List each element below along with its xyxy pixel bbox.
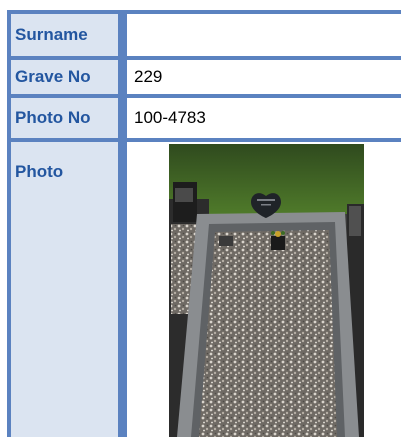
table-row-surname: Surname bbox=[0, 14, 401, 56]
surname-label-cell: Surname bbox=[7, 14, 124, 56]
grave-no-value: 229 bbox=[134, 67, 163, 86]
photo-no-value-cell: 100-4783 bbox=[124, 98, 401, 138]
grave-photo bbox=[169, 144, 364, 437]
table-row-grave-no: Grave No 229 bbox=[0, 60, 401, 94]
table-row-photo-no: Photo No 100-4783 bbox=[0, 98, 401, 138]
grave-photo-image bbox=[169, 144, 364, 437]
photo-label-cell: Photo bbox=[7, 142, 124, 437]
grave-no-value-cell: 229 bbox=[124, 60, 401, 94]
grave-no-label: Grave No bbox=[15, 67, 91, 86]
grave-record-table: Surname Grave No 229 Photo No 100-4783 P… bbox=[0, 0, 401, 437]
surname-value-cell bbox=[124, 14, 401, 56]
photo-no-label: Photo No bbox=[15, 108, 91, 127]
photo-no-value: 100-4783 bbox=[134, 108, 206, 127]
photo-no-label-cell: Photo No bbox=[7, 98, 124, 138]
surname-label: Surname bbox=[15, 25, 88, 44]
grave-no-label-cell: Grave No bbox=[7, 60, 124, 94]
photo-label: Photo bbox=[15, 162, 64, 181]
